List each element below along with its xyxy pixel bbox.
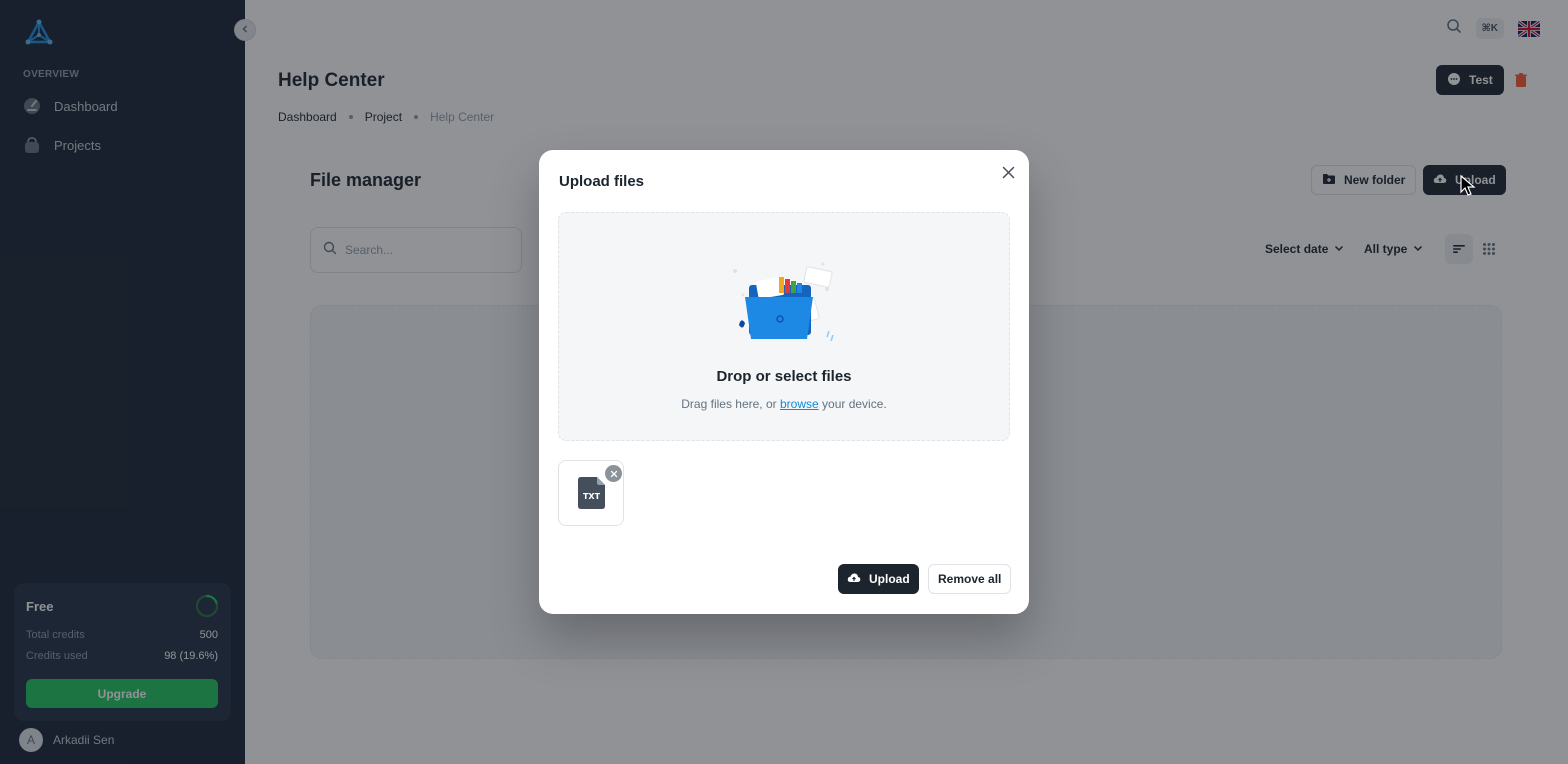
- drop-subtitle-text: your device.: [822, 397, 887, 411]
- file-type-label: TXT: [583, 492, 601, 501]
- upload-files-dialog: Upload files Drop or select files Drag f…: [539, 150, 1029, 614]
- mouse-cursor-icon: [1460, 174, 1476, 197]
- dropzone[interactable]: Drop or select files Drag files here, or…: [558, 212, 1010, 441]
- remove-file-button[interactable]: [605, 465, 622, 482]
- remove-all-button[interactable]: Remove all: [928, 564, 1012, 594]
- drop-subtitle: Drag files here, or browse your device.: [559, 397, 1009, 411]
- dialog-title: Upload files: [559, 173, 645, 190]
- close-icon[interactable]: [999, 163, 1017, 181]
- file-preview: TXT: [558, 460, 624, 526]
- txt-file-icon: TXT: [578, 477, 606, 509]
- drop-subtitle-text: Drag files here, or: [681, 397, 777, 411]
- dialog-upload-label: Upload: [869, 572, 910, 586]
- dialog-upload-button[interactable]: Upload: [838, 564, 919, 594]
- drop-title: Drop or select files: [716, 368, 852, 385]
- cloud-upload-icon: [847, 571, 861, 588]
- browse-link[interactable]: browse: [780, 397, 819, 411]
- upload-folder-illustration: [727, 259, 841, 349]
